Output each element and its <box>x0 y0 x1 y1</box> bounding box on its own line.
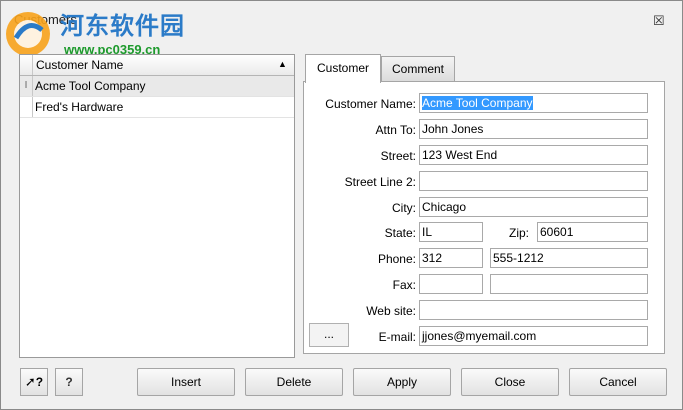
street-field[interactable]: 123 West End <box>419 145 648 165</box>
row-indicator: I <box>20 76 33 96</box>
street2-field[interactable] <box>419 171 648 191</box>
close-icon[interactable]: ☒ <box>653 13 665 29</box>
customer-name-label: Customer Name: <box>325 97 416 111</box>
row-indicator <box>20 97 33 117</box>
website-field[interactable] <box>419 300 648 320</box>
phone-label: Phone: <box>377 252 416 266</box>
email-label: E-mail: <box>378 330 416 344</box>
customer-name-field[interactable]: Acme Tool Company <box>419 93 648 113</box>
city-label: City: <box>392 201 416 215</box>
zip-field[interactable]: 60601 <box>537 222 648 242</box>
table-row[interactable]: I Acme Tool Company <box>20 76 294 97</box>
phone-number-field[interactable]: 555-1212 <box>490 248 648 268</box>
attn-field[interactable]: John Jones <box>419 119 648 139</box>
table-row[interactable]: Fred's Hardware <box>20 97 294 118</box>
fax-number-field[interactable] <box>490 274 648 294</box>
fax-label: Fax: <box>392 278 416 292</box>
customer-grid[interactable]: Customer Name ▲ I Acme Tool Company Fred… <box>19 54 295 358</box>
help-button[interactable]: ? <box>55 368 83 396</box>
cancel-button[interactable]: Cancel <box>569 368 667 396</box>
fax-area-field[interactable] <box>419 274 483 294</box>
phone-area-field[interactable]: 312 <box>419 248 483 268</box>
attn-label: Attn To: <box>375 123 416 137</box>
customer-name-value: Acme Tool Company <box>422 96 533 110</box>
row-indicator-header <box>20 55 33 75</box>
city-field[interactable]: Chicago <box>419 197 648 217</box>
state-label: State: <box>384 226 416 240</box>
apply-button[interactable]: Apply <box>353 368 451 396</box>
delete-button[interactable]: Delete <box>245 368 343 396</box>
website-label: Web site: <box>366 304 416 318</box>
street2-label: Street Line 2: <box>344 175 416 189</box>
help-mark: ? <box>35 375 44 389</box>
help-icon: ? <box>65 375 73 389</box>
tab-comment[interactable]: Comment <box>381 56 455 81</box>
watermark-title: 河东软件园 <box>60 13 185 40</box>
customer-name-cell[interactable]: Fred's Hardware <box>35 100 123 114</box>
grid-header[interactable]: Customer Name ▲ <box>20 55 294 76</box>
sort-ascending-icon: ▲ <box>278 59 287 69</box>
close-button[interactable]: Close <box>461 368 559 396</box>
email-field[interactable]: jjones@myemail.com <box>419 326 648 346</box>
tab-customer[interactable]: Customer <box>305 54 381 83</box>
whats-this-button[interactable]: ➚? <box>20 368 48 396</box>
insert-button[interactable]: Insert <box>137 368 235 396</box>
column-header-customer-name[interactable]: Customer Name <box>36 58 123 72</box>
street-label: Street: <box>380 149 416 163</box>
pointer-help-icon: ➚ <box>24 374 36 389</box>
zip-label: Zip: <box>508 226 529 240</box>
customer-name-cell[interactable]: Acme Tool Company <box>35 79 146 93</box>
